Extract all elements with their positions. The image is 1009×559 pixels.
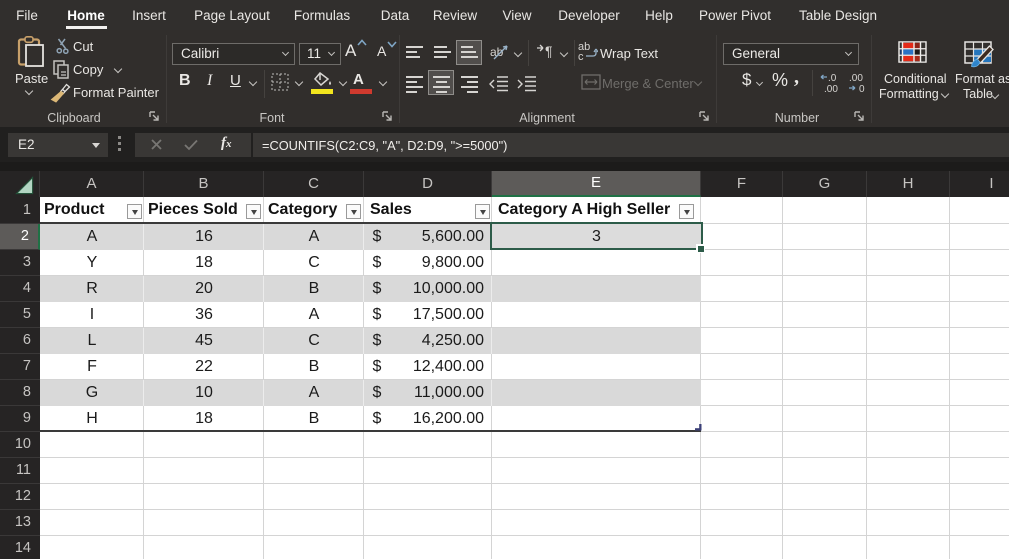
svg-text:.00: .00 — [849, 73, 863, 84]
svg-text:.0: .0 — [828, 73, 837, 84]
svg-text:.00: .00 — [824, 84, 838, 94]
svg-text:0: 0 — [859, 84, 865, 94]
svg-text:c: c — [578, 51, 584, 61]
svg-text:¶: ¶ — [545, 43, 553, 59]
